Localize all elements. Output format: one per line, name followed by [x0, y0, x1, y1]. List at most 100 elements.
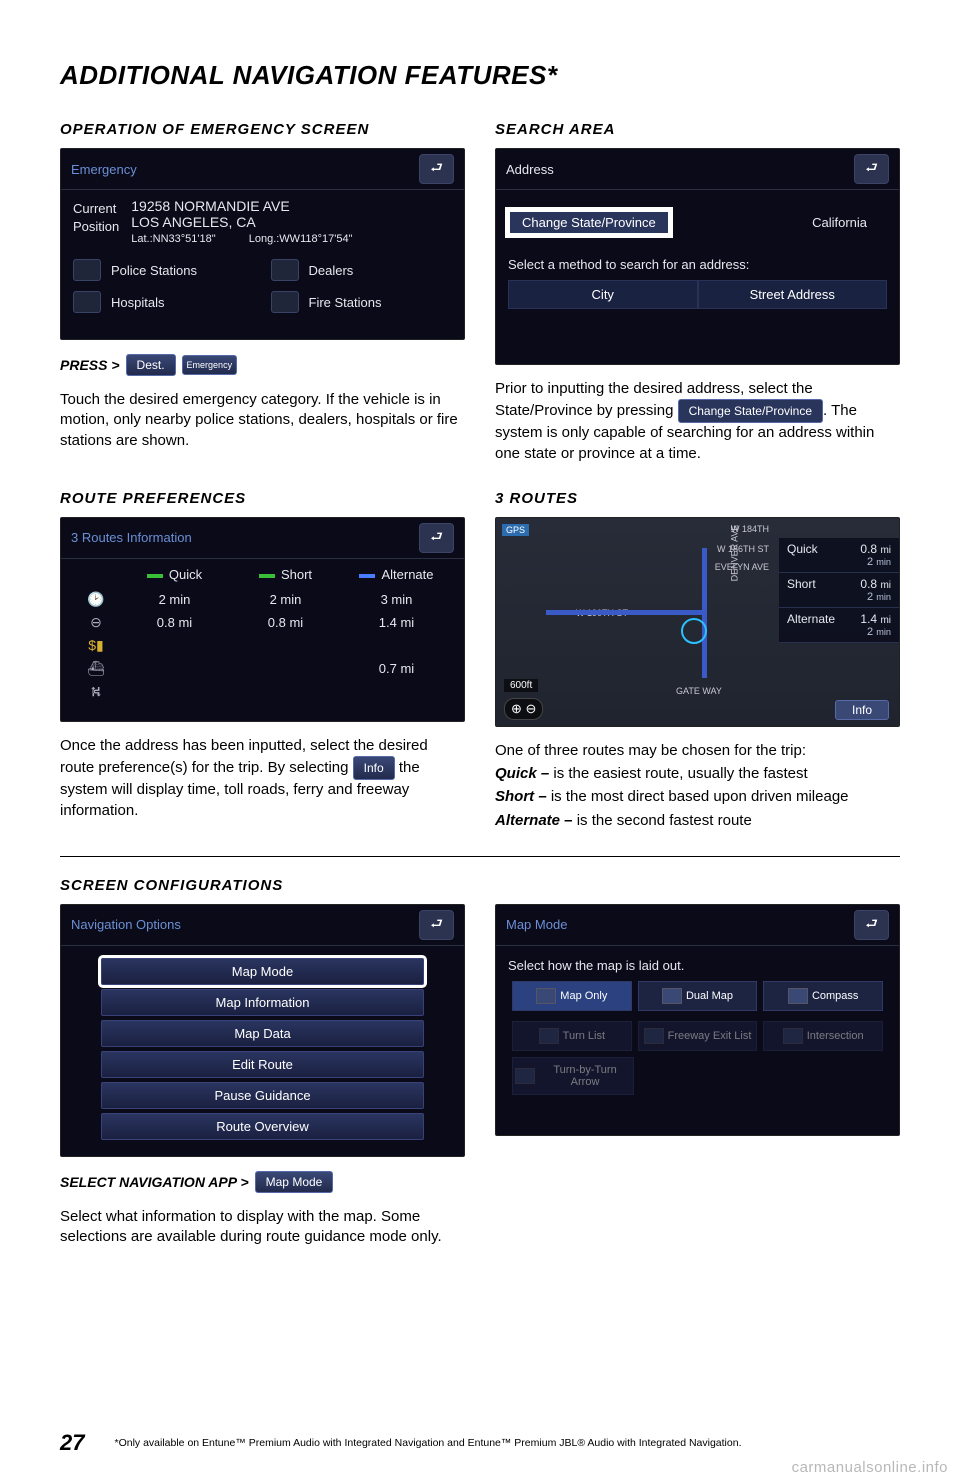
zoom-controls[interactable]: ⊕ ⊖: [504, 698, 543, 720]
map-mode-inline-button[interactable]: Map Mode: [255, 1171, 334, 1193]
emg-dealers[interactable]: Dealers: [271, 259, 453, 281]
divider: [60, 856, 900, 857]
grid-icon: [536, 988, 556, 1004]
emergency-body: Touch the desired emergency category. If…: [60, 390, 465, 451]
address-ss-header: Address ⮐: [496, 149, 899, 190]
press-line: PRESS > Dest. Emergency: [60, 354, 465, 376]
emergency-ss-header: Emergency ⮐: [61, 149, 464, 190]
emergency-header-label: Emergency: [71, 162, 137, 177]
map-info-button[interactable]: Info: [835, 700, 889, 720]
routeprefs-screenshot: 3 Routes Information ⮐ Quick Short Alter…: [60, 517, 465, 722]
watermark: carmanualsonline.info: [792, 1459, 948, 1476]
section-emergency: OPERATION OF EMERGENCY SCREEN Emergency …: [60, 121, 465, 464]
threeroutes-body: One of three routes may be chosen for th…: [495, 741, 900, 831]
arrow-icon: [515, 1068, 535, 1084]
gps-target-icon: [681, 618, 707, 644]
emergency-title: OPERATION OF EMERGENCY SCREEN: [60, 121, 465, 138]
list-icon: [644, 1028, 664, 1044]
routeprefs-ss-header: 3 Routes Information ⮐: [61, 518, 464, 559]
address-prompt: Select a method to search for an address…: [508, 257, 887, 272]
freeway-icon: ⛕: [73, 683, 119, 702]
mapmode-screenshot: Map Mode ⮐ Select how the map is laid ou…: [495, 904, 900, 1136]
route-short[interactable]: Short0.8 mi2 min: [779, 573, 899, 608]
opt-edit-route[interactable]: Edit Route: [101, 1051, 424, 1078]
mm-freeway-exit[interactable]: Freeway Exit List: [638, 1021, 758, 1051]
section-3routes: 3 ROUTES W 184TH W 186TH ST EVELYN AVE W…: [495, 490, 900, 834]
back-icon[interactable]: ⮐: [854, 910, 889, 940]
section-map-mode: Map Mode ⮐ Select how the map is laid ou…: [495, 904, 900, 1248]
current-position-value: 19258 NORMANDIE AVE LOS ANGELES, CA Lat.…: [131, 198, 352, 245]
manual-page: ADDITIONAL NAVIGATION FEATURES* OPERATIO…: [0, 0, 960, 1484]
list-icon: [539, 1028, 559, 1044]
change-state-button[interactable]: Change State/Province: [508, 210, 670, 235]
map-screenshot: W 184TH W 186TH ST EVELYN AVE W 190TH ST…: [495, 517, 900, 727]
mm-turn-list[interactable]: Turn List: [512, 1021, 632, 1051]
back-icon[interactable]: ⮐: [419, 910, 454, 940]
section-nav-options: Navigation Options ⮐ Map Mode Map Inform…: [60, 904, 465, 1248]
route-panel: Quick0.8 mi2 min Short0.8 mi2 min Altern…: [779, 538, 899, 643]
route-quick[interactable]: Quick0.8 mi2 min: [779, 538, 899, 573]
current-position-label: Current Position: [73, 198, 119, 245]
opt-map-information[interactable]: Map Information: [101, 989, 424, 1016]
page-footer: 27 *Only available on Entune™ Premium Au…: [60, 1430, 900, 1456]
routeprefs-body: Once the address has been inputted, sele…: [60, 736, 465, 821]
change-state-inline-button[interactable]: Change State/Province: [678, 399, 823, 423]
page-number: 27: [60, 1430, 84, 1456]
row-3: Navigation Options ⮐ Map Mode Map Inform…: [60, 904, 900, 1248]
mm-dual-map[interactable]: Dual Map: [638, 981, 758, 1011]
section-search-area: SEARCH AREA Address ⮐ Change State/Provi…: [495, 121, 900, 464]
street-address-button[interactable]: Street Address: [698, 280, 888, 309]
mm-intersection[interactable]: Intersection: [763, 1021, 883, 1051]
threeroutes-title: 3 ROUTES: [495, 490, 900, 507]
emergency-screenshot: Emergency ⮐ Current Position 19258 NORMA…: [60, 148, 465, 340]
hospital-icon: [73, 291, 101, 313]
emg-firestations[interactable]: Fire Stations: [271, 291, 453, 313]
back-icon[interactable]: ⮐: [854, 154, 889, 184]
search-title: SEARCH AREA: [495, 121, 900, 138]
current-state: California: [812, 215, 887, 230]
dealer-icon: [271, 259, 299, 281]
opt-map-mode[interactable]: Map Mode: [101, 958, 424, 985]
list-icon: [783, 1028, 803, 1044]
back-icon[interactable]: ⮐: [419, 154, 454, 184]
emergency-button[interactable]: Emergency: [182, 355, 238, 375]
opt-pause-guidance[interactable]: Pause Guidance: [101, 1082, 424, 1109]
firetruck-icon: [271, 291, 299, 313]
section-route-prefs: ROUTE PREFERENCES 3 Routes Information ⮐…: [60, 490, 465, 834]
gps-badge: GPS: [502, 524, 529, 536]
footnote: *Only available on Entune™ Premium Audio…: [114, 1437, 741, 1449]
navoptions-screenshot: Navigation Options ⮐ Map Mode Map Inform…: [60, 904, 465, 1157]
routeprefs-title: ROUTE PREFERENCES: [60, 490, 465, 507]
route-alternate[interactable]: Alternate1.4 mi2 min: [779, 608, 899, 643]
mm-compass[interactable]: Compass: [763, 981, 883, 1011]
police-icon: [73, 259, 101, 281]
screenconf-title: SCREEN CONFIGURATIONS: [60, 877, 900, 894]
opt-map-data[interactable]: Map Data: [101, 1020, 424, 1047]
grid-icon: [662, 988, 682, 1004]
row-1: OPERATION OF EMERGENCY SCREEN Emergency …: [60, 121, 900, 464]
search-body: Prior to inputting the desired address, …: [495, 379, 900, 464]
page-title: ADDITIONAL NAVIGATION FEATURES*: [60, 60, 900, 91]
toll-icon: $▮: [73, 637, 119, 654]
row-2: ROUTE PREFERENCES 3 Routes Information ⮐…: [60, 490, 900, 834]
mm-map-only[interactable]: Map Only: [512, 981, 632, 1011]
map-scale: 600ft: [504, 679, 538, 692]
address-header-label: Address: [506, 162, 554, 177]
navoptions-header: Navigation Options ⮐: [61, 905, 464, 946]
ferry-icon: ⛴: [73, 660, 119, 677]
mm-turn-arrow[interactable]: Turn-by-Turn Arrow: [512, 1057, 634, 1095]
emg-police[interactable]: Police Stations: [73, 259, 255, 281]
distance-icon: ⊖: [73, 614, 119, 631]
dest-button[interactable]: Dest.: [126, 354, 176, 376]
city-button[interactable]: City: [508, 280, 698, 309]
select-nav-app-line: SELECT NAVIGATION APP > Map Mode: [60, 1171, 465, 1193]
info-button[interactable]: Info: [353, 756, 395, 780]
emg-hospitals[interactable]: Hospitals: [73, 291, 255, 313]
back-icon[interactable]: ⮐: [419, 523, 454, 553]
grid-icon: [788, 988, 808, 1004]
clock-icon: 🕑: [73, 591, 119, 608]
opt-route-overview[interactable]: Route Overview: [101, 1113, 424, 1140]
mapmode-prompt: Select how the map is laid out.: [508, 958, 887, 973]
screenconf-body: Select what information to display with …: [60, 1207, 465, 1248]
mapmode-header: Map Mode ⮐: [496, 905, 899, 946]
